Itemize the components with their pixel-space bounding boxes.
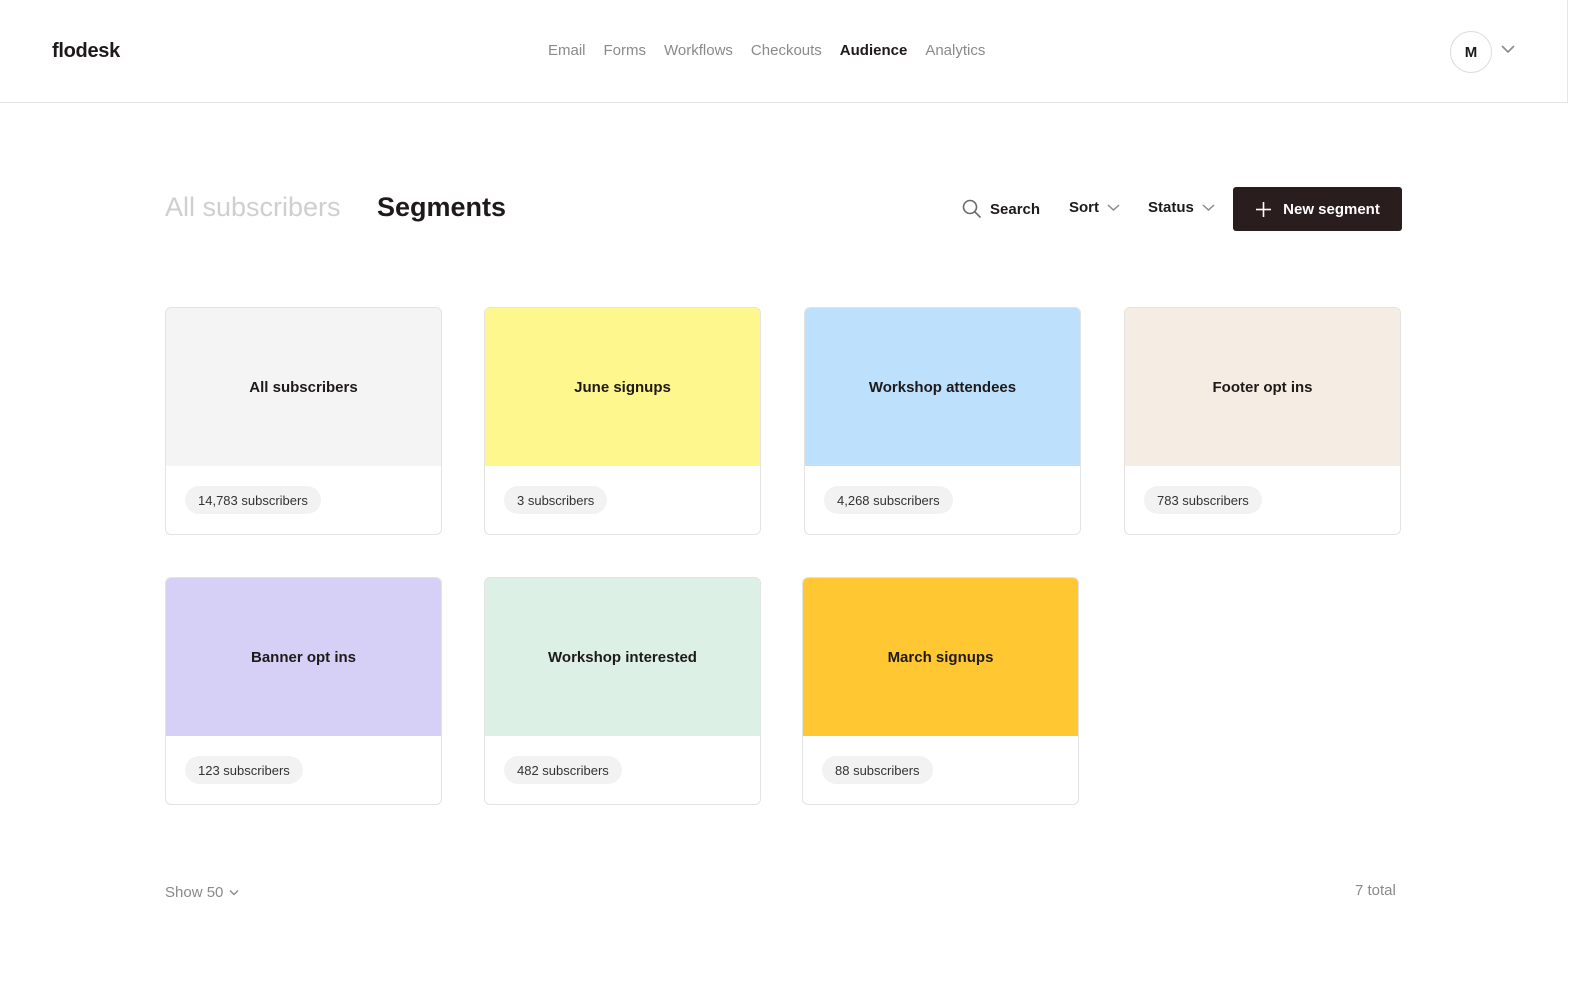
sort-label: Sort	[1069, 199, 1099, 216]
new-segment-label: New segment	[1283, 200, 1380, 218]
segment-card[interactable]: March signups 88 subscribers	[802, 577, 1079, 805]
segment-card[interactable]: Footer opt ins 783 subscribers	[1124, 307, 1401, 535]
plus-icon	[1256, 201, 1272, 217]
chevron-down-icon	[1107, 204, 1120, 212]
tab-all-subscribers[interactable]: All subscribers	[165, 192, 341, 223]
tab-segments[interactable]: Segments	[377, 192, 506, 223]
segment-card[interactable]: Banner opt ins 123 subscribers	[165, 577, 442, 805]
segment-card[interactable]: Workshop attendees 4,268 subscribers	[804, 307, 1081, 535]
show-per-page-dropdown[interactable]: Show 50	[165, 884, 239, 901]
segment-name: All subscribers	[166, 308, 441, 466]
status-label: Status	[1148, 199, 1194, 216]
nav-item-audience[interactable]: Audience	[840, 42, 908, 59]
segment-card[interactable]: All subscribers 14,783 subscribers	[165, 307, 442, 535]
new-segment-button[interactable]: New segment	[1233, 187, 1402, 231]
subscriber-count-badge: 123 subscribers	[185, 756, 303, 784]
search-label: Search	[990, 200, 1041, 218]
nav-item-checkouts[interactable]: Checkouts	[751, 42, 822, 59]
subscriber-count-badge: 14,783 subscribers	[185, 486, 321, 514]
segment-name: Workshop attendees	[805, 308, 1080, 466]
segment-name: Footer opt ins	[1125, 308, 1400, 466]
segment-card[interactable]: Workshop interested 482 subscribers	[484, 577, 761, 805]
top-navigation-bar: flodesk Email Forms Workflows Checkouts …	[0, 0, 1568, 103]
segment-card[interactable]: June signups 3 subscribers	[484, 307, 761, 535]
subscriber-count-badge: 3 subscribers	[504, 486, 608, 514]
nav-item-email[interactable]: Email	[548, 42, 586, 59]
search-button[interactable]: Search	[962, 199, 1040, 219]
flodesk-logo[interactable]: flodesk	[52, 40, 120, 63]
nav-item-workflows[interactable]: Workflows	[664, 42, 733, 59]
chevron-down-icon[interactable]	[1501, 44, 1515, 54]
segment-name: Workshop interested	[485, 578, 760, 736]
subscriber-count-badge: 88 subscribers	[822, 756, 933, 784]
subscriber-count-badge: 4,268 subscribers	[824, 486, 953, 514]
total-count: 7 total	[1355, 882, 1396, 899]
nav-item-analytics[interactable]: Analytics	[925, 42, 985, 59]
search-icon	[962, 199, 982, 219]
status-dropdown[interactable]: Status	[1148, 199, 1215, 216]
nav-item-forms[interactable]: Forms	[604, 42, 647, 59]
sort-dropdown[interactable]: Sort	[1069, 199, 1120, 216]
user-avatar[interactable]: M	[1450, 31, 1492, 73]
subscriber-count-badge: 482 subscribers	[504, 756, 622, 784]
segment-name: March signups	[803, 578, 1078, 736]
subscriber-count-badge: 783 subscribers	[1144, 486, 1262, 514]
segment-name: June signups	[485, 308, 760, 466]
chevron-down-icon	[1202, 204, 1215, 212]
segment-name: Banner opt ins	[166, 578, 441, 736]
main-nav: Email Forms Workflows Checkouts Audience…	[548, 42, 985, 59]
show-per-page-label: Show 50	[165, 884, 224, 901]
chevron-down-icon	[229, 890, 239, 896]
